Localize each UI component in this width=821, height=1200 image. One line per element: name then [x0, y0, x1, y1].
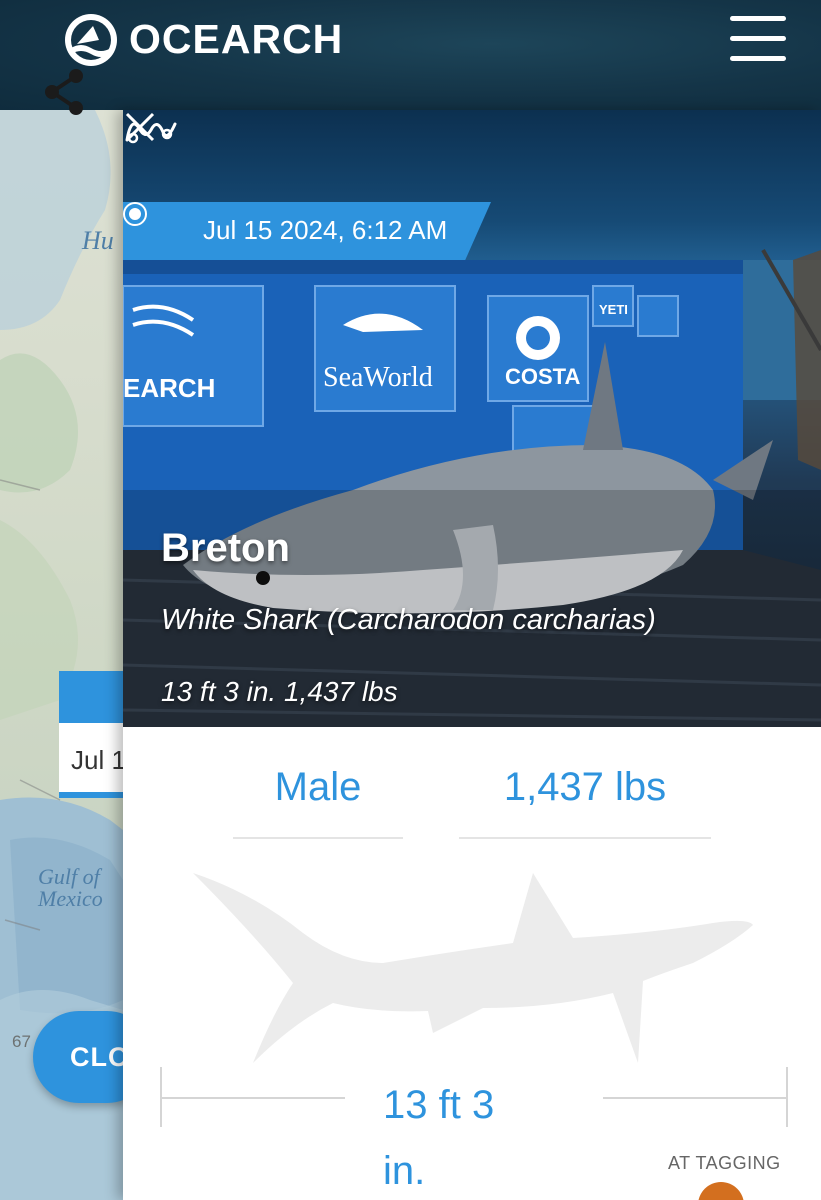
banner-text-seaworld: SeaWorld [323, 362, 433, 393]
divider [233, 837, 403, 839]
map-scale: 67 [12, 1032, 31, 1051]
share-icon[interactable] [40, 66, 88, 118]
shark-detail-panel: EARCH SeaWorld COSTA YETI Jul 15 2024, 6… [123, 110, 821, 1200]
shark-silhouette-icon [193, 873, 753, 1063]
tagging-badge [698, 1182, 744, 1200]
ocearch-logo[interactable]: OCEARCH [63, 12, 373, 66]
map-label-gulf: Gulf of Mexico [38, 864, 103, 911]
last-ping-date: Jul 15 2024, 6:12 AM [203, 215, 448, 245]
shark-length: 13 ft 3 in. [383, 1083, 495, 1193]
shark-species: White Shark (Carcharodon carcharias) [161, 604, 656, 636]
track-icon[interactable] [123, 110, 179, 150]
banner-text-costa: COSTA [505, 364, 580, 389]
last-ping-tag: Jul 15 2024, 6:12 AM [123, 202, 491, 260]
banner-text-ocearch: EARCH [123, 373, 215, 403]
menu-icon-bar [730, 56, 786, 61]
length-rule [160, 1097, 345, 1099]
ping-dot-icon [123, 202, 147, 226]
brand-name: OCEARCH [129, 16, 344, 62]
menu-icon [730, 16, 786, 21]
length-rule-end [786, 1067, 788, 1127]
length-rule [603, 1097, 788, 1099]
map-close-label: CLO [70, 1042, 130, 1072]
at-tagging-label: AT TAGGING [668, 1153, 781, 1173]
divider [459, 837, 711, 839]
date-filter-value[interactable]: Jul 1 [71, 745, 126, 776]
banner-text-yeti: YETI [599, 302, 628, 317]
top-navigation-bar: OCEARCH [0, 0, 821, 115]
ocearch-logo-icon [65, 14, 117, 66]
shark-sex: Male [274, 765, 362, 809]
shark-name: Breton [161, 526, 290, 570]
menu-icon-bar [730, 36, 786, 41]
shark-photo: EARCH SeaWorld COSTA YETI Jul 15 2024, 6… [123, 110, 821, 727]
map-label-hudson: Hu [82, 226, 114, 255]
menu-button[interactable] [728, 16, 788, 62]
shark-stats: Male 1,437 lbs 13 ft 3 in. AT TAGGING [123, 727, 821, 1200]
shark-weight: 1,437 lbs [503, 765, 667, 809]
shark-size-summary: 13 ft 3 in. 1,437 lbs [161, 676, 398, 707]
